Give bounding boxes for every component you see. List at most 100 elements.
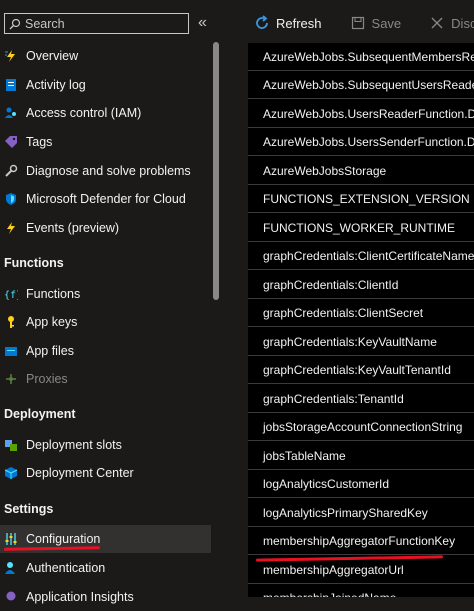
sidebar-item-tags[interactable]: Tags xyxy=(0,128,211,156)
sidebar-item-activity-log[interactable]: Activity log xyxy=(0,71,211,99)
setting-name[interactable]: graphCredentials:TenantId xyxy=(263,392,404,406)
people-iam-icon xyxy=(4,106,18,120)
setting-row[interactable]: graphCredentials:TenantId xyxy=(248,385,474,413)
setting-name[interactable]: jobsTableName xyxy=(263,449,346,463)
setting-name[interactable]: AzureWebJobsStorage xyxy=(263,164,386,178)
sidebar-item-label: Tags xyxy=(26,135,53,149)
setting-row[interactable]: jobsStorageAccountConnectionString xyxy=(248,413,474,441)
sidebar-item-functions[interactable]: {f} Functions xyxy=(0,280,211,308)
sidebar-item-events[interactable]: Events (preview) xyxy=(0,214,211,242)
setting-name[interactable]: AzureWebJobs.UsersReaderFunction.Disable xyxy=(263,107,474,121)
sidebar-item-label: Overview xyxy=(26,49,79,63)
slots-icon xyxy=(4,438,18,452)
setting-row[interactable]: FUNCTIONS_EXTENSION_VERSION xyxy=(248,185,474,213)
setting-name[interactable]: graphCredentials:KeyVaultTenantId xyxy=(263,363,451,377)
activity-log-icon xyxy=(4,78,18,92)
sidebar-item-deployment-slots[interactable]: Deployment slots xyxy=(0,431,211,459)
file-icon xyxy=(4,344,18,358)
setting-row[interactable]: FUNCTIONS_WORKER_RUNTIME xyxy=(248,214,474,242)
sidebar-item-application-insights[interactable]: Application Insights xyxy=(0,583,211,611)
sidebar-item-label: Authentication xyxy=(26,561,106,575)
setting-row[interactable]: AzureWebJobs.SubsequentUsersReaderFuncti… xyxy=(248,71,474,99)
setting-row[interactable]: membershipAggregatorFunctionKey xyxy=(248,527,474,555)
setting-name[interactable]: logAnalyticsCustomerId xyxy=(263,477,389,491)
setting-name[interactable]: graphCredentials:ClientId xyxy=(263,278,398,292)
collapse-sidebar-icon[interactable]: « xyxy=(198,13,207,33)
setting-row[interactable]: membershipJoinedName xyxy=(248,584,474,598)
sidebar-scrollbar-thumb[interactable] xyxy=(213,42,219,300)
setting-name[interactable]: FUNCTIONS_EXTENSION_VERSION xyxy=(263,192,470,206)
sidebar-item-label: Deployment Center xyxy=(26,466,134,480)
proxy-icon xyxy=(4,372,18,386)
search-input[interactable] xyxy=(25,16,175,31)
sidebar-item-label: Diagnose and solve problems xyxy=(26,164,191,178)
command-bar: Refresh Save Discard xyxy=(223,0,474,46)
save-label: Save xyxy=(371,15,402,31)
sidebar-item-label: Activity log xyxy=(26,78,86,92)
setting-name[interactable]: FUNCTIONS_WORKER_RUNTIME xyxy=(263,221,455,235)
setting-row[interactable]: graphCredentials:ClientId xyxy=(248,271,474,299)
wrench-icon xyxy=(4,164,18,178)
setting-row[interactable]: AzureWebJobsStorage xyxy=(248,157,474,185)
sidebar-item-deployment-center[interactable]: Deployment Center xyxy=(0,459,211,487)
sidebar-item-label: Functions xyxy=(26,287,81,301)
insights-icon xyxy=(4,590,18,604)
svg-text:{f}: {f} xyxy=(4,290,18,301)
setting-name[interactable]: AzureWebJobs.SubsequentUsersReaderFuncti… xyxy=(263,78,474,92)
setting-name[interactable]: membershipAggregatorUrl xyxy=(263,563,404,577)
setting-row[interactable]: graphCredentials:KeyVaultName xyxy=(248,328,474,356)
sidebar-item-label: Access control (IAM) xyxy=(26,106,142,120)
setting-name[interactable]: membershipJoinedName xyxy=(263,591,396,598)
save-icon xyxy=(350,15,366,31)
save-button[interactable]: Save xyxy=(350,15,402,31)
setting-name[interactable]: graphCredentials:ClientSecret xyxy=(263,306,423,320)
section-deployment-heading: Deployment xyxy=(4,407,76,421)
sidebar-item-label: Events (preview) xyxy=(26,221,120,235)
cube-icon xyxy=(4,466,18,480)
setting-name[interactable]: graphCredentials:KeyVaultName xyxy=(263,335,437,349)
discard-label: Discard xyxy=(451,15,474,31)
search-icon xyxy=(5,18,25,30)
refresh-button[interactable]: Refresh xyxy=(254,15,322,31)
section-functions-heading: Functions xyxy=(4,256,64,270)
setting-row[interactable]: logAnalyticsPrimarySharedKey xyxy=(248,499,474,527)
refresh-label: Refresh xyxy=(276,15,322,31)
sidebar-item-app-keys[interactable]: App keys xyxy=(0,308,211,336)
sidebar-item-overview[interactable]: Overview xyxy=(0,42,211,70)
refresh-icon xyxy=(254,15,270,31)
sidebar-item-app-files[interactable]: App files xyxy=(0,337,211,365)
sidebar-item-proxies[interactable]: Proxies xyxy=(0,365,211,393)
setting-row[interactable]: jobsTableName xyxy=(248,442,474,470)
section-settings-heading: Settings xyxy=(4,502,54,516)
setting-name[interactable]: jobsStorageAccountConnectionString xyxy=(263,420,462,434)
setting-name[interactable]: membershipAggregatorFunctionKey xyxy=(263,534,455,548)
setting-name[interactable]: AzureWebJobs.UsersSenderFunction.Disable… xyxy=(263,135,474,149)
application-settings-list: AzureWebJobs.SubsequentMembersReaderFunc… xyxy=(248,43,474,597)
sidebar-item-label: Configuration xyxy=(26,532,101,546)
sidebar-item-label: App files xyxy=(26,344,74,358)
sidebar-item-access-control[interactable]: Access control (IAM) xyxy=(0,99,211,127)
search-box[interactable] xyxy=(4,13,189,34)
lightning-overview-icon xyxy=(4,49,18,63)
setting-name[interactable]: graphCredentials:ClientCertificateName xyxy=(263,249,474,263)
setting-row[interactable]: AzureWebJobs.UsersSenderFunction.Disable… xyxy=(248,128,474,156)
discard-button[interactable]: Discard xyxy=(429,15,474,31)
sidebar-item-defender[interactable]: Microsoft Defender for Cloud xyxy=(0,185,211,213)
sidebar-item-label: App keys xyxy=(26,315,78,329)
setting-row[interactable]: graphCredentials:ClientCertificateName xyxy=(248,242,474,270)
sidebar-item-label: Deployment slots xyxy=(26,438,122,452)
setting-row[interactable]: logAnalyticsCustomerId xyxy=(248,470,474,498)
sidebar-item-label: Application Insights xyxy=(26,590,134,604)
sidebar-item-diagnose[interactable]: Diagnose and solve problems xyxy=(0,157,211,185)
lightning-icon xyxy=(4,221,18,235)
setting-row[interactable]: graphCredentials:ClientSecret xyxy=(248,299,474,327)
close-icon xyxy=(429,15,445,31)
sidebar-item-authentication[interactable]: Authentication xyxy=(0,554,211,582)
setting-name[interactable]: AzureWebJobs.SubsequentMembersReaderFunc xyxy=(263,50,474,64)
function-icon: {f} xyxy=(4,287,18,301)
setting-row[interactable]: AzureWebJobs.SubsequentMembersReaderFunc xyxy=(248,43,474,71)
setting-row[interactable]: graphCredentials:KeyVaultTenantId xyxy=(248,356,474,384)
setting-name[interactable]: logAnalyticsPrimarySharedKey xyxy=(263,506,428,520)
setting-row[interactable]: AzureWebJobs.UsersReaderFunction.Disable xyxy=(248,100,474,128)
sidebar: « Overview Activity log Access control (… xyxy=(0,0,211,604)
